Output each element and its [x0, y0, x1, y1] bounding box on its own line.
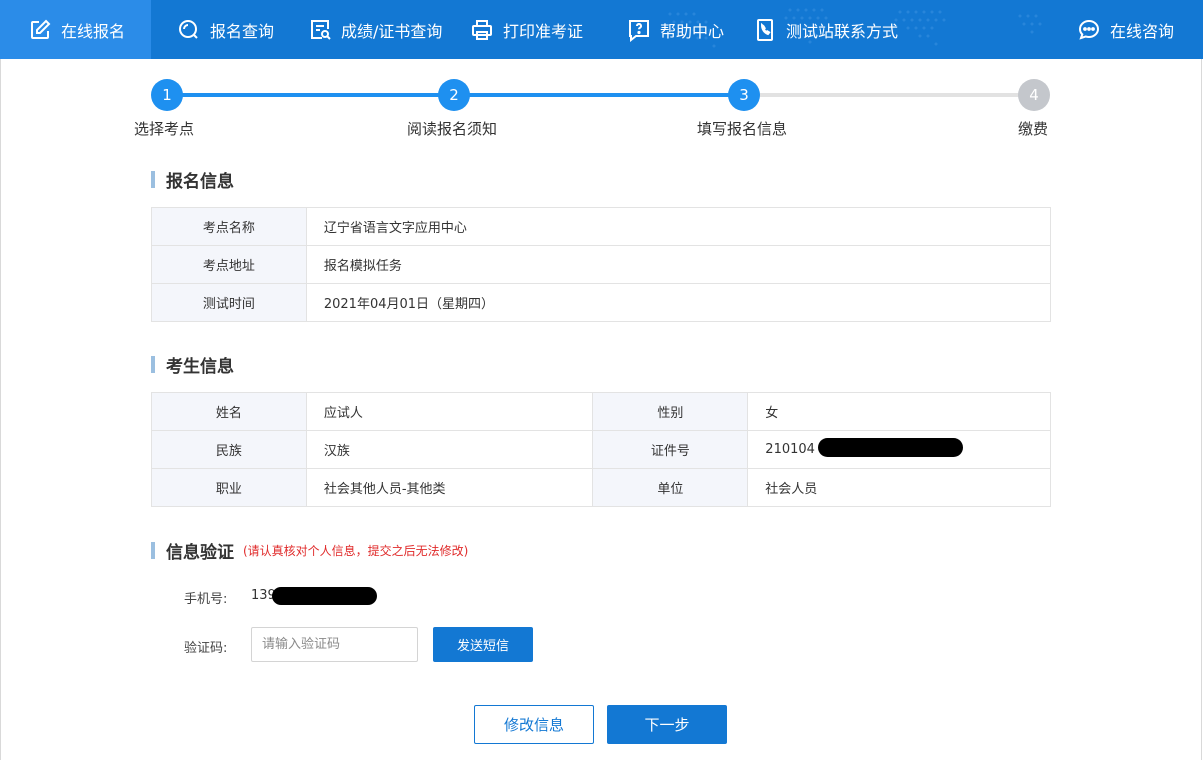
nav-score-certificate-query[interactable]: 成绩/证书查询 [308, 0, 442, 59]
table-row: 考点地址 报名模拟任务 [151, 245, 1052, 284]
cell-label: 职业 [151, 468, 307, 507]
nav-label: 在线报名 [61, 21, 126, 41]
cell-value: 2021年04月01日（星期四） [305, 283, 1052, 322]
nav-label: 打印准考证 [503, 21, 584, 41]
step-connector-done [454, 93, 744, 97]
nav-label: 报名查询 [210, 21, 275, 41]
nav-print-admission-ticket[interactable]: 打印准考证 [470, 0, 583, 59]
search-icon [179, 19, 198, 39]
cell-value: 社会人员 [747, 468, 1051, 507]
cell-value: 女 [747, 392, 1051, 431]
step-4-circle: 4 [1018, 79, 1050, 111]
heading-text: 信息验证 [166, 543, 234, 563]
step-2-label: 阅读报名须知 [407, 120, 498, 138]
phone-icon [757, 18, 773, 41]
send-sms-button[interactable]: 发送短信 [433, 627, 533, 662]
heading-accent-bar [151, 356, 155, 373]
chat-icon [1078, 19, 1100, 40]
cell-value: 报名模拟任务 [305, 245, 1052, 284]
nav-label: 成绩/证书查询 [341, 21, 443, 41]
heading-text: 考生信息 [166, 357, 234, 377]
cell-value: 社会其他人员-其他类 [305, 468, 594, 507]
nav-online-registration[interactable]: 在线报名 [0, 0, 151, 59]
modify-info-button[interactable]: 修改信息 [474, 705, 594, 744]
step-1-circle: 1 [151, 79, 183, 111]
cell-label: 姓名 [151, 392, 307, 431]
cell-label: 测试时间 [151, 283, 307, 322]
cell-label: 考点地址 [151, 245, 307, 284]
registration-info-table: 考点名称 辽宁省语言文字应用中心 考点地址 报名模拟任务 测试时间 2021年0… [151, 207, 1052, 322]
table-row: 职业 社会其他人员-其他类 单位 社会人员 [151, 468, 1051, 507]
table-row: 姓名 应试人 性别 女 [151, 392, 1051, 431]
heading-text: 报名信息 [166, 172, 234, 192]
heading-accent-bar [151, 171, 155, 188]
registration-info-heading: 报名信息 [151, 167, 234, 192]
step-3-circle: 3 [728, 79, 760, 111]
verification-warning-note: (请认真核对个人信息，提交之后无法修改) [243, 544, 469, 558]
certificate-search-icon [311, 19, 331, 40]
cell-value: 汉族 [305, 430, 594, 469]
top-navigation: 在线报名 报名查询 成绩/证书查询 打印准考证 帮助中心 测试站联系方式 在线咨… [0, 0, 1203, 59]
page-border-right [1201, 59, 1202, 760]
edit-icon [31, 19, 51, 39]
phone-label: 手机号: [184, 592, 228, 607]
heading-accent-bar [151, 542, 155, 559]
cell-value: 应试人 [305, 392, 594, 431]
step-4-label: 缴费 [1018, 120, 1049, 138]
page-border-left [0, 59, 1, 760]
cell-label: 证件号 [592, 430, 749, 469]
help-icon [629, 19, 649, 42]
step-connector-todo [744, 93, 1034, 97]
id-number-redaction [818, 438, 963, 457]
cell-label: 性别 [592, 392, 749, 431]
cell-value: 辽宁省语言文字应用中心 [305, 207, 1052, 246]
step-connector-done [167, 93, 454, 97]
table-row: 测试时间 2021年04月01日（星期四） [151, 283, 1052, 322]
phone-redaction [272, 587, 377, 605]
cell-label: 考点名称 [151, 207, 307, 246]
candidate-info-heading: 考生信息 [151, 352, 234, 377]
nav-online-consultation[interactable]: 在线咨询 [1077, 0, 1174, 59]
nav-label: 帮助中心 [660, 21, 725, 41]
nav-label: 测试站联系方式 [786, 21, 899, 41]
cell-label: 民族 [151, 430, 307, 469]
table-row: 考点名称 辽宁省语言文字应用中心 [151, 207, 1052, 246]
next-step-button[interactable]: 下一步 [607, 705, 727, 744]
step-1-label: 选择考点 [134, 120, 195, 138]
verification-code-input[interactable] [251, 627, 418, 662]
nav-label: 在线咨询 [1110, 21, 1175, 41]
printer-icon [472, 19, 492, 40]
cell-label: 单位 [592, 468, 749, 507]
verification-heading: 信息验证 (请认真核对个人信息，提交之后无法修改) [151, 538, 468, 563]
nav-test-station-contact[interactable]: 测试站联系方式 [753, 0, 898, 59]
step-3-label: 填写报名信息 [697, 120, 788, 138]
step-2-circle: 2 [438, 79, 470, 111]
code-label: 验证码: [184, 641, 228, 656]
nav-registration-query[interactable]: 报名查询 [177, 0, 274, 59]
nav-help-center[interactable]: 帮助中心 [627, 0, 724, 59]
